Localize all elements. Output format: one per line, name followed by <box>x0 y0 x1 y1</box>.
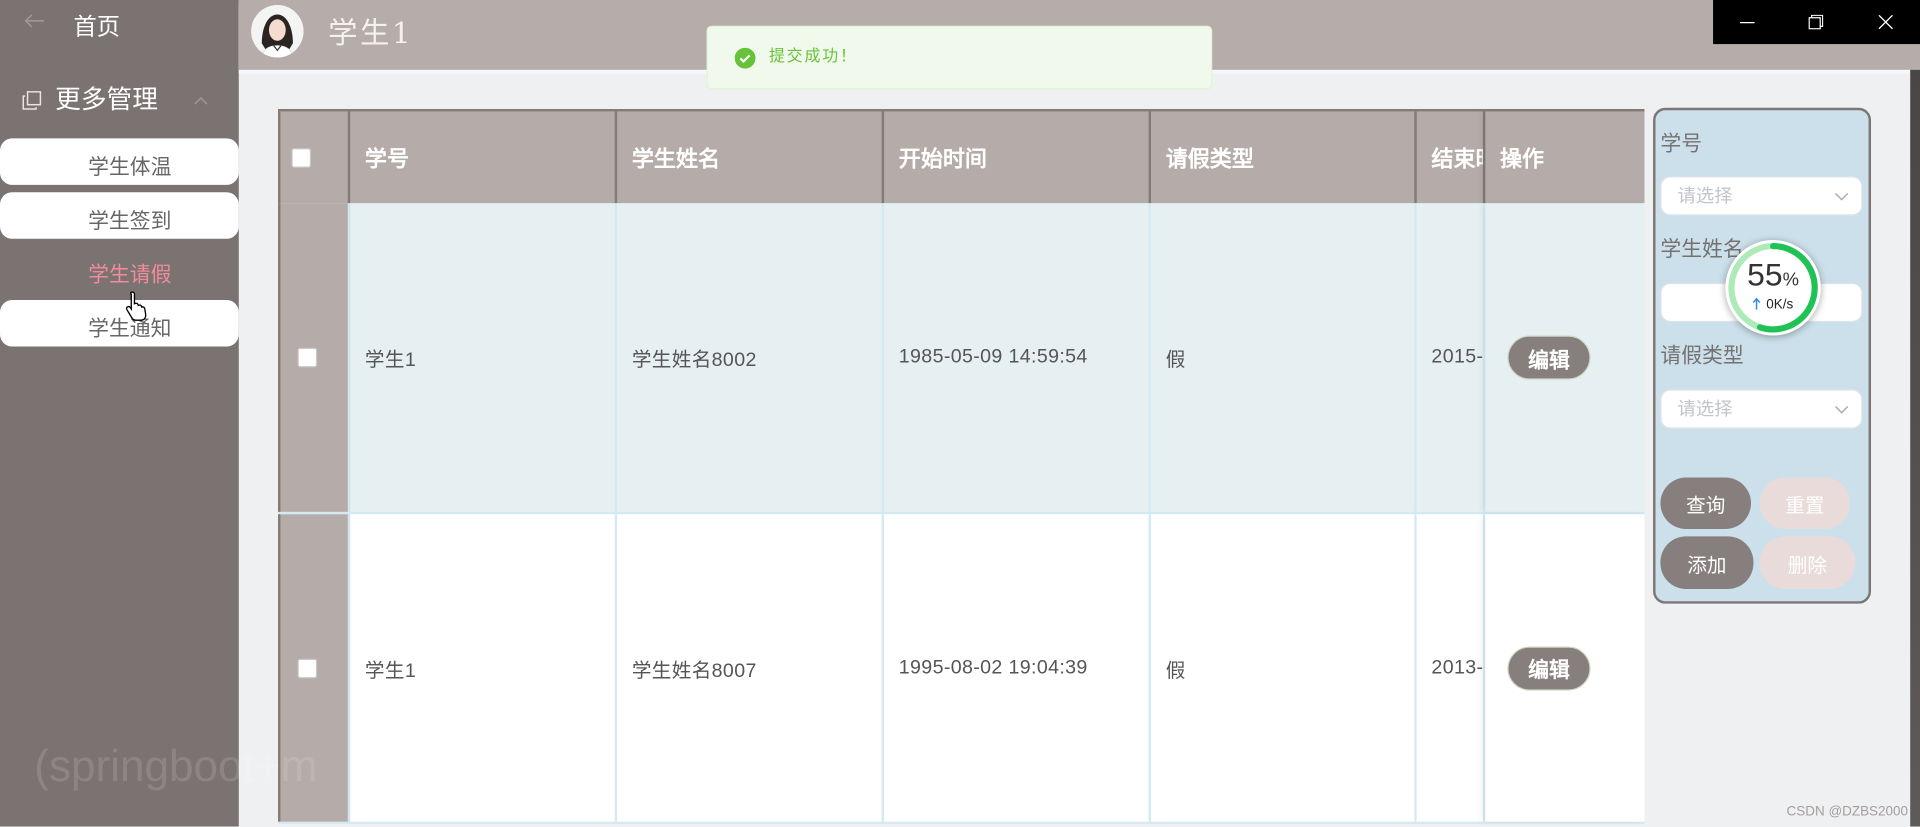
cell-actions: 编辑 <box>1485 203 1645 512</box>
source-watermark: CSDN @DZBS2000 <box>1786 804 1909 820</box>
cell-leave-type: 假 <box>1151 514 1417 822</box>
check-circle-icon <box>734 47 756 69</box>
column-header-end-time: 结束时 <box>1417 111 1486 204</box>
leave-type-select[interactable]: 请选择 <box>1660 389 1863 429</box>
edit-button[interactable]: 编辑 <box>1507 645 1591 691</box>
usage-percent: 55% <box>1724 256 1822 299</box>
window-controls <box>1713 0 1920 45</box>
cell-student-name: 学生姓名8007 <box>617 514 885 822</box>
cell-end-time: 2015- <box>1416 203 1486 512</box>
cell-leave-type: 假 <box>1151 203 1417 512</box>
cell-student-name: 学生姓名8002 <box>617 203 885 512</box>
table-header: 学号 学生姓名 开始时间 请假类型 结束时 操作 <box>277 108 1645 204</box>
chevron-down-icon <box>1834 406 1849 414</box>
table-row[interactable]: 学生1 学生姓名8007 1995-08-02 19:04:39 假 2013-… <box>277 514 1645 825</box>
cell-start-time: 1985-05-09 14:59:54 <box>884 203 1152 512</box>
success-toast: 提交成功！ <box>706 25 1213 90</box>
edit-button[interactable]: 编辑 <box>1507 335 1591 380</box>
table-row[interactable]: 学生1 学生姓名8002 1985-05-09 14:59:54 假 2015-… <box>277 203 1645 515</box>
column-header-student-name: 学生姓名 <box>617 111 885 204</box>
leave-table: 学号 学生姓名 开始时间 请假类型 结束时 操作 学生1 学生姓名8002 19… <box>277 108 1645 827</box>
cell-end-time: 2013- <box>1416 514 1486 822</box>
cell-student-no: 学生1 <box>350 514 618 822</box>
sidebar-item-student-notice[interactable]: 学生通知 <box>0 300 239 347</box>
usage-percent-value: 55 <box>1747 255 1783 293</box>
cell-student-no: 学生1 <box>350 203 618 512</box>
field-label-leave-type: 请假类型 <box>1660 344 1744 368</box>
minimize-button[interactable] <box>1713 0 1782 44</box>
column-header-student-no: 学号 <box>350 111 618 204</box>
home-label: 首页 <box>73 14 121 41</box>
sidebar: 首页 更多管理 学生体温 学生签到 学生请假 学生通知 <box>0 0 239 827</box>
network-speed: 0K/s <box>1724 298 1822 314</box>
toast-message: 提交成功！ <box>768 47 858 67</box>
close-button[interactable] <box>1851 0 1920 44</box>
cell-start-time: 1995-08-02 19:04:39 <box>884 514 1152 822</box>
search-panel: 学号 请选择 学生姓名 请假类型 请选择 查询 重置 添加 删除 <box>1653 107 1872 604</box>
sidebar-menu: 学生体温 学生签到 学生请假 学生通知 <box>0 138 239 354</box>
query-button[interactable]: 查询 <box>1660 477 1752 529</box>
close-icon <box>1878 14 1893 30</box>
sidebar-home[interactable]: 首页 <box>0 0 239 59</box>
copy-icon <box>22 91 42 110</box>
field-label-student-no: 学号 <box>1660 132 1703 156</box>
network-speed-monitor[interactable]: 55% 0K/s <box>1724 239 1822 337</box>
row-select-cell <box>277 514 351 822</box>
chevron-down-icon <box>1834 192 1849 201</box>
sidebar-item-student-signin[interactable]: 学生签到 <box>0 192 239 239</box>
sidebar-item-student-leave[interactable]: 学生请假 <box>0 246 239 293</box>
add-button[interactable]: 添加 <box>1660 536 1754 589</box>
arrow-left-icon[interactable] <box>24 13 45 28</box>
delete-button[interactable]: 删除 <box>1759 536 1856 589</box>
vertical-scrollbar[interactable] <box>1910 69 1920 827</box>
column-header-actions: 操作 <box>1485 111 1644 203</box>
row-checkbox[interactable] <box>297 347 318 368</box>
column-header-leave-type: 请假类型 <box>1151 111 1417 204</box>
row-checkbox[interactable] <box>297 658 318 678</box>
sidebar-item-student-temperature[interactable]: 学生体温 <box>0 138 239 185</box>
select-all-checkbox[interactable] <box>291 147 312 168</box>
header-select-cell <box>277 111 351 204</box>
chevron-up-icon <box>194 96 208 105</box>
reset-button[interactable]: 重置 <box>1759 477 1851 529</box>
minimize-icon <box>1740 22 1755 24</box>
restore-icon <box>1809 14 1824 30</box>
group-label: 更多管理 <box>55 85 158 114</box>
arrow-up-icon <box>1753 297 1761 310</box>
avatar[interactable] <box>251 4 304 58</box>
app-window: 首页 更多管理 学生体温 学生签到 学生请假 学生通知 学生1 提交成功！ 学号… <box>0 0 1920 827</box>
row-select-cell <box>277 203 351 512</box>
student-no-select[interactable]: 请选择 <box>1660 176 1863 216</box>
select-placeholder: 请选择 <box>1677 399 1733 421</box>
usage-percent-unit: % <box>1782 269 1799 291</box>
select-placeholder: 请选择 <box>1677 186 1733 207</box>
current-user-name: 学生1 <box>328 15 413 51</box>
network-speed-value: 0K/s <box>1766 297 1794 313</box>
restore-button[interactable] <box>1782 0 1851 44</box>
column-header-start-time: 开始时间 <box>884 111 1152 204</box>
cell-actions: 编辑 <box>1485 514 1645 822</box>
sidebar-group-more-management[interactable]: 更多管理 <box>0 78 239 122</box>
